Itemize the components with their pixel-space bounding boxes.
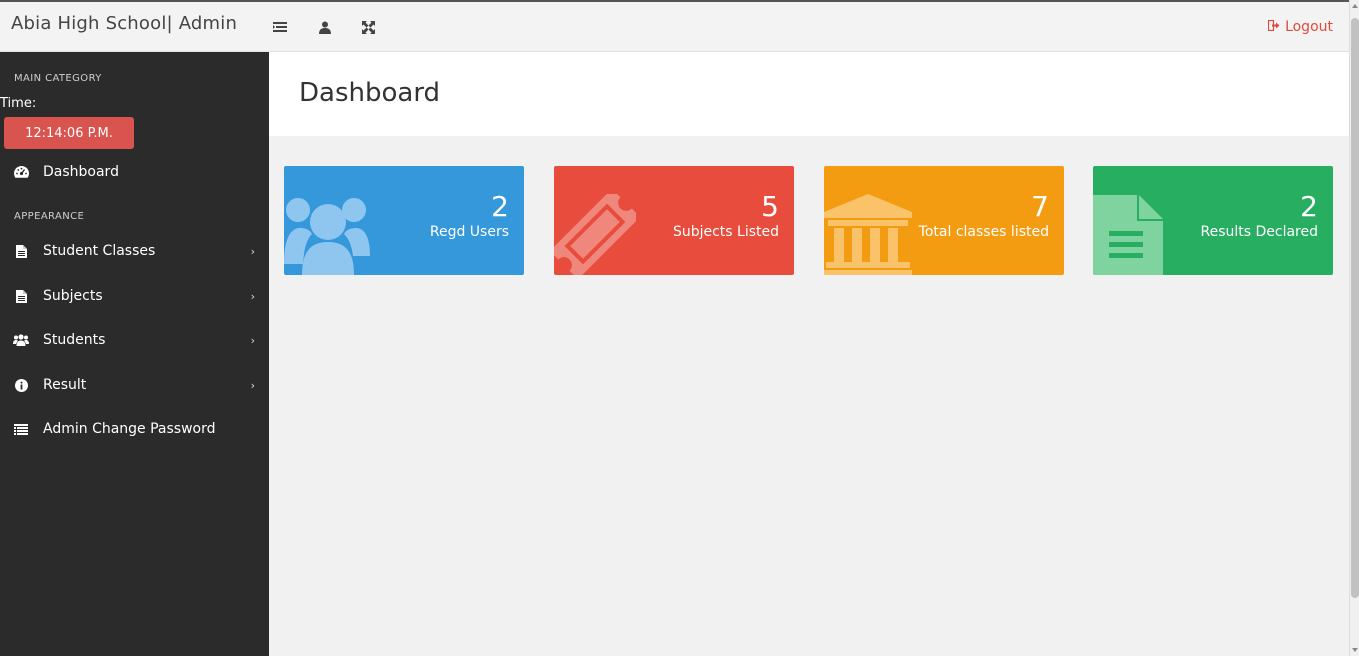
sidebar-item-label: Subjects: [43, 288, 103, 304]
file-icon: [13, 288, 29, 304]
page-header: Dashboard: [269, 52, 1349, 136]
chevron-right-icon: ›: [250, 244, 255, 258]
card-value: 2: [491, 190, 509, 223]
sidebar-item-result[interactable]: Result ›: [0, 366, 269, 404]
time-label: Time:: [0, 96, 37, 111]
dashboard-icon: [13, 164, 29, 180]
bank-icon: [824, 194, 912, 275]
users-icon: [13, 332, 29, 348]
sign-out-icon: [1267, 19, 1280, 35]
logout-label: Logout: [1285, 19, 1333, 35]
card-caption: Total classes listed: [918, 224, 1049, 240]
page-scrollbar[interactable]: [1349, 0, 1359, 656]
main-category-heading: MAIN CATEGORY: [14, 73, 102, 84]
scroll-down-icon[interactable]: [1352, 648, 1358, 652]
scrollbar-thumb[interactable]: [1351, 18, 1359, 598]
sidebar-item-subjects[interactable]: Subjects ›: [0, 277, 269, 315]
sidebar-item-students[interactable]: Students ›: [0, 321, 269, 359]
sidebar-item-label: Dashboard: [43, 164, 119, 180]
sidebar-item-admin-change-password[interactable]: Admin Change Password: [0, 410, 269, 448]
card-value: 7: [1031, 190, 1049, 223]
card-caption: Results Declared: [1200, 224, 1318, 240]
file-text-icon: [1093, 195, 1165, 275]
card-value: 2: [1300, 190, 1318, 223]
ticket-icon: [554, 188, 641, 275]
card-regd-users[interactable]: 2 Regd Users: [284, 166, 524, 275]
appearance-heading: APPEARANCE: [14, 211, 85, 222]
user-icon[interactable]: [316, 18, 334, 36]
top-navbar: Abia High School| Admin Logout: [0, 0, 1349, 52]
list-icon: [13, 421, 29, 437]
card-caption: Regd Users: [429, 224, 509, 240]
chevron-right-icon: ›: [250, 378, 255, 392]
logout-link[interactable]: Logout: [1267, 19, 1333, 35]
scroll-up-icon[interactable]: [1352, 4, 1358, 8]
info-icon: [13, 377, 29, 393]
sidebar-item-student-classes[interactable]: Student Classes ›: [0, 232, 269, 270]
page-title: Dashboard: [299, 78, 441, 108]
clock-badge: 12:14:06 P.M.: [4, 117, 134, 149]
sidebar-item-label: Admin Change Password: [43, 421, 216, 437]
sidebar-item-label: Result: [43, 377, 87, 393]
sidebar-item-dashboard[interactable]: Dashboard: [0, 153, 269, 191]
card-total-classes[interactable]: 7 Total classes listed: [824, 166, 1064, 275]
file-icon: [13, 243, 29, 259]
card-caption: Subjects Listed: [672, 224, 779, 240]
card-subjects-listed[interactable]: 5 Subjects Listed: [554, 166, 794, 275]
chevron-right-icon: ›: [250, 333, 255, 347]
card-results-declared[interactable]: 2 Results Declared: [1093, 166, 1333, 275]
users-icon: [284, 192, 374, 275]
chevron-right-icon: ›: [250, 289, 255, 303]
fullscreen-icon[interactable]: [359, 18, 377, 36]
brand-title[interactable]: Abia High School| Admin: [11, 13, 237, 34]
list-toggle-icon[interactable]: [271, 18, 289, 36]
sidebar-item-label: Student Classes: [43, 243, 156, 259]
sidebar-item-label: Students: [43, 332, 106, 348]
card-value: 5: [761, 190, 779, 223]
sidebar: MAIN CATEGORY Time: 12:14:06 P.M. Dashbo…: [0, 52, 269, 656]
